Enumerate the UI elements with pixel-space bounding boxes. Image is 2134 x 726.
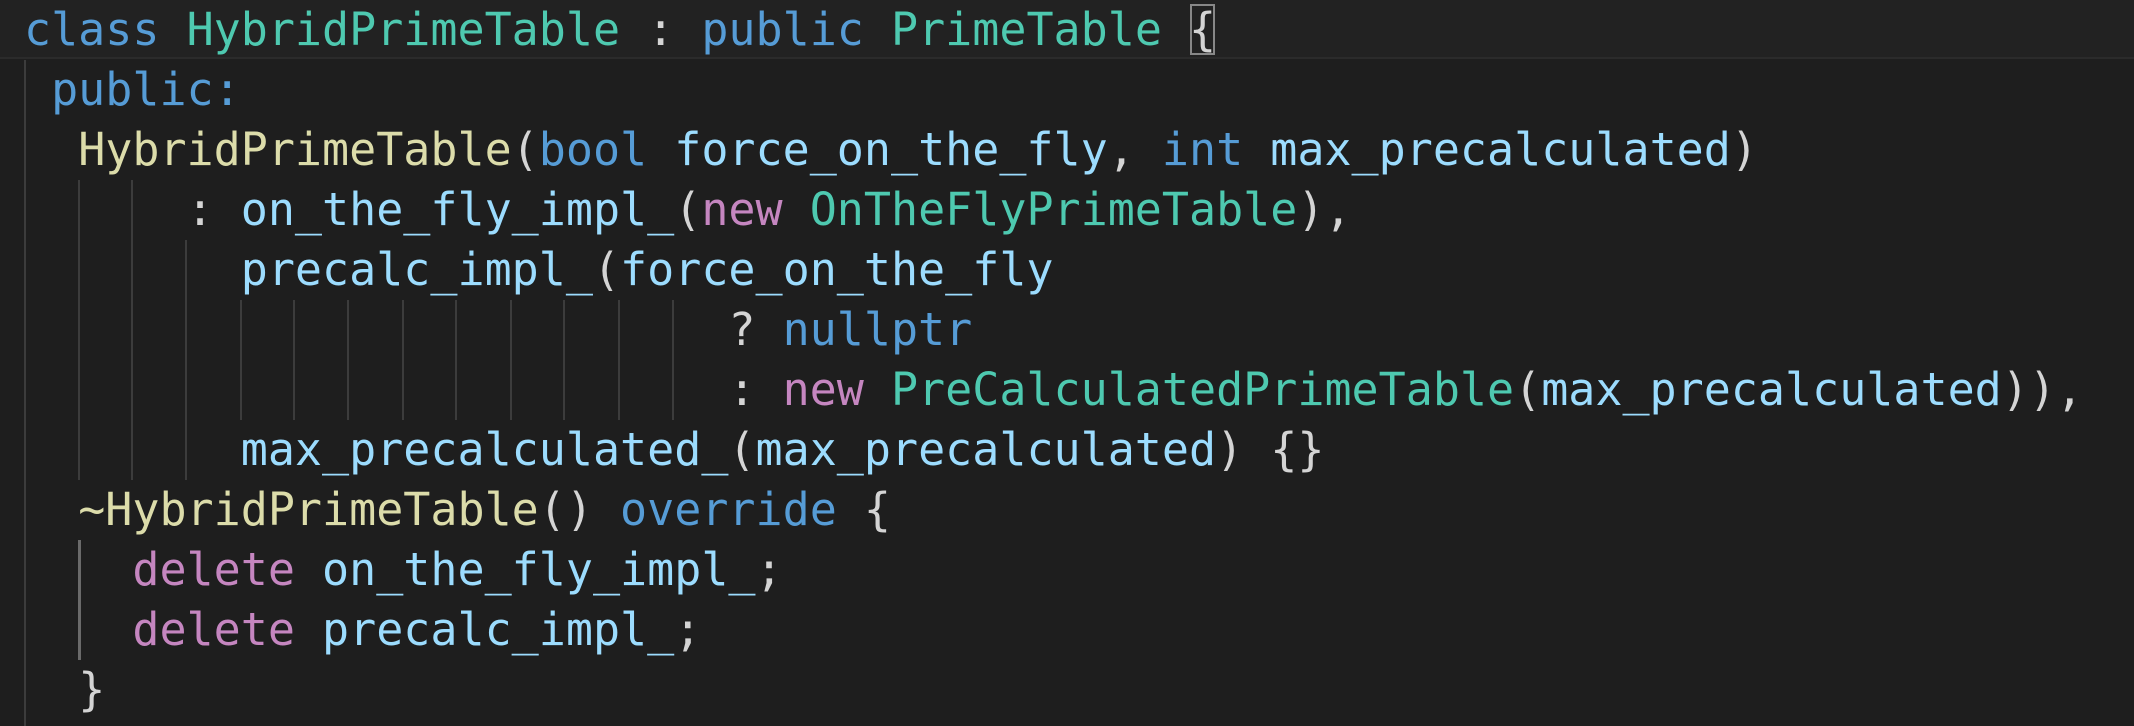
code-line[interactable]: ? nullptr [24,300,972,360]
code-punctuation [24,543,132,596]
code-punctuation: ( [728,423,756,476]
code-line[interactable]: : new PreCalculatedPrimeTable(max_precal… [24,360,2083,420]
code-token-type: PreCalculatedPrimeTable [890,363,1515,416]
code-token-variable: on_the_fly_impl_ [240,183,675,236]
code-token-variable: max_precalculated_ [240,423,729,476]
code-punctuation: : [24,183,241,236]
code-token-control: delete [132,543,295,596]
code-punctuation: { [1189,3,1217,56]
code-token-type: HybridPrimeTable [186,3,621,56]
code-punctuation [24,483,78,536]
code-token-variable: max_precalculated [1270,123,1731,176]
code-line[interactable]: precalc_impl_(force_on_the_fly [24,240,1054,300]
code-punctuation: } [78,663,106,716]
code-token-function: HybridPrimeTable [78,123,512,176]
code-token-variable: force_on_the_fly [674,123,1108,176]
code-punctuation: () [538,483,621,536]
code-token-control: delete [132,603,295,656]
code-token-keyword: int [1161,123,1244,176]
code-line[interactable]: max_precalculated_(max_precalculated) {} [24,420,1325,480]
code-punctuation: { [836,483,891,536]
code-line[interactable]: : on_the_fly_impl_(new OnTheFlyPrimeTabl… [24,180,1352,240]
code-token-control: new [782,363,864,416]
code-punctuation [864,3,891,56]
code-punctuation [24,123,78,176]
code-token-variable: force_on_the_fly [620,243,1054,296]
code-token-keyword: bool [538,123,648,176]
code-line[interactable]: public: [24,60,241,120]
code-token-variable: on_the_fly_impl_ [322,543,756,596]
code-token-variable: precalc_impl_ [322,603,675,656]
code-token-keyword: public: [51,63,241,116]
code-punctuation: ( [674,183,702,236]
code-token-variable: precalc_impl_ [240,243,593,296]
code-token-keyword: nullptr [782,303,973,356]
code-punctuation: ) {} [1216,423,1325,476]
code-punctuation: ( [1514,363,1542,416]
code-token-keyword: class [24,3,160,56]
code-line[interactable]: } [24,660,105,720]
code-punctuation: ) [1730,123,1758,176]
code-token-keyword: override [620,483,837,536]
code-line[interactable]: delete precalc_impl_; [24,600,701,660]
code-punctuation: , [1107,123,1162,176]
code-punctuation: ( [511,123,539,176]
code-punctuation: ; [674,603,702,656]
code-punctuation [24,243,241,296]
code-punctuation [864,363,891,416]
code-punctuation [295,603,322,656]
code-punctuation: ; [755,543,783,596]
code-line[interactable]: HybridPrimeTable(bool force_on_the_fly, … [24,120,1758,180]
code-editor[interactable]: class HybridPrimeTable : public PrimeTab… [0,0,2134,726]
code-punctuation: ), [1297,183,1352,236]
code-token-variable: max_precalculated [755,423,1217,476]
code-punctuation: ( [592,243,621,296]
code-token-variable: max_precalculated [1541,363,2002,416]
code-line[interactable]: delete on_the_fly_impl_; [24,540,783,600]
code-punctuation [24,663,78,716]
code-punctuation [24,603,132,656]
code-token-function: ~HybridPrimeTable [78,483,539,536]
code-punctuation [647,123,674,176]
code-token-keyword: public [701,3,864,56]
code-token-type: PrimeTable [890,3,1162,56]
code-punctuation [24,423,241,476]
code-token-type: OnTheFlyPrimeTable [809,183,1298,236]
code-punctuation [783,183,810,236]
code-token-control: new [701,183,783,236]
code-punctuation: ? [24,303,783,356]
code-punctuation [159,3,186,56]
code-punctuation [1162,3,1189,56]
code-punctuation: : [620,3,702,56]
code-punctuation: : [24,363,783,416]
code-punctuation [1243,123,1270,176]
code-line[interactable]: class HybridPrimeTable : public PrimeTab… [24,0,1216,60]
code-punctuation: )), [2001,363,2084,416]
code-punctuation [24,63,51,116]
code-line[interactable]: ~HybridPrimeTable() override { [24,480,891,540]
code-punctuation [295,543,322,596]
